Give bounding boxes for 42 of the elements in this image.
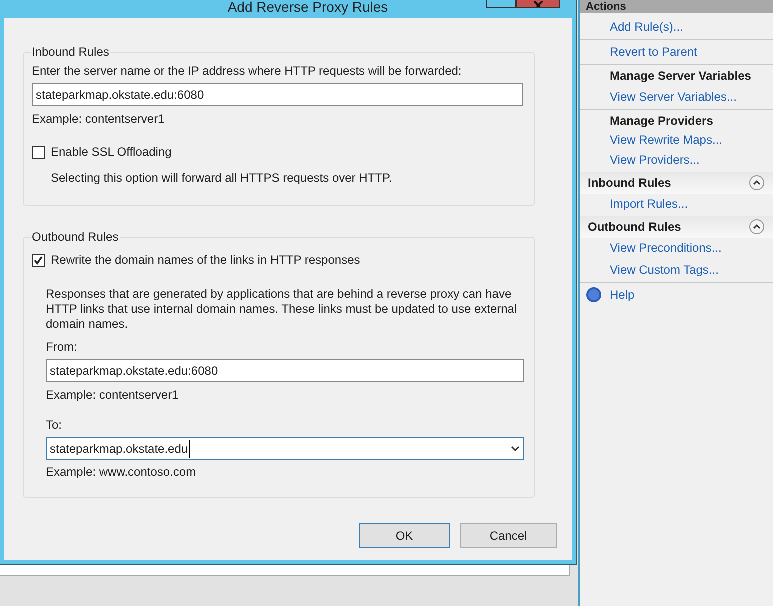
from-label: From: [46, 339, 78, 356]
help-button[interactable] [486, 0, 516, 8]
close-button[interactable] [516, 0, 560, 8]
group-header[interactable]: Outbound Rules [580, 216, 773, 238]
server-field[interactable]: stateparkmap.okstate.edu:6080 [32, 83, 523, 106]
collapse-icon[interactable] [749, 175, 765, 191]
action-link[interactable]: Help [610, 286, 635, 304]
checkbox-label: Rewrite the domain names of the links in HTTP responses [51, 252, 360, 269]
chevron-down-icon [511, 446, 520, 452]
action-link[interactable]: View Server Variables... [610, 88, 737, 106]
group-legend: Inbound Rules [31, 43, 110, 61]
example-text: Example: contentserver1 [46, 387, 180, 404]
checkmark-icon [34, 256, 43, 264]
group-header[interactable]: Inbound Rules [580, 172, 773, 194]
ssl-note: Selecting this option will forward all HTTPS requests over HTTP. [51, 170, 394, 187]
example-text: Example: www.contoso.com [46, 464, 198, 481]
action-link[interactable]: View Providers... [610, 151, 700, 169]
action-link[interactable]: Add Rule(s)... [610, 18, 684, 36]
example-text: Example: contentserver1 [32, 111, 166, 128]
group-legend: Outbound Rules [31, 228, 120, 246]
collapse-icon[interactable] [749, 219, 765, 235]
description-text: Responses that are generated by applications that are behind a reverse proxy can have HTTP links that use internal domain names. These links must be updated to use external domain names. [46, 287, 518, 332]
checkbox[interactable] [32, 254, 45, 266]
dialog-button[interactable]: OK [359, 523, 450, 548]
action-link[interactable]: View Custom Tags... [610, 261, 719, 279]
window-title: Add Reverse Proxy Rules [226, 0, 388, 15]
dialog-button[interactable]: Cancel [460, 523, 557, 548]
checkbox[interactable] [32, 146, 45, 158]
from-field[interactable]: stateparkmap.okstate.edu:6080 [46, 359, 524, 382]
to-combobox[interactable]: stateparkmap.okstate.edu [46, 437, 524, 460]
action-link[interactable]: Revert to Parent [610, 43, 698, 61]
prompt-label: Enter the server name or the IP address where HTTP requests will be forwarded: [32, 63, 463, 80]
action-link[interactable]: View Rewrite Maps... [610, 131, 722, 149]
combobox-value: stateparkmap.okstate.edu [50, 440, 190, 458]
help-icon [586, 287, 602, 303]
to-label: To: [46, 417, 64, 434]
action-heading: Manage Server Variables [610, 68, 752, 85]
action-heading: Manage Providers [610, 113, 714, 130]
checkbox-label: Enable SSL Offloading [51, 144, 172, 161]
action-link[interactable]: Import Rules... [610, 195, 688, 213]
action-link[interactable]: View Preconditions... [610, 239, 722, 257]
pane-header: Actions [580, 0, 773, 13]
